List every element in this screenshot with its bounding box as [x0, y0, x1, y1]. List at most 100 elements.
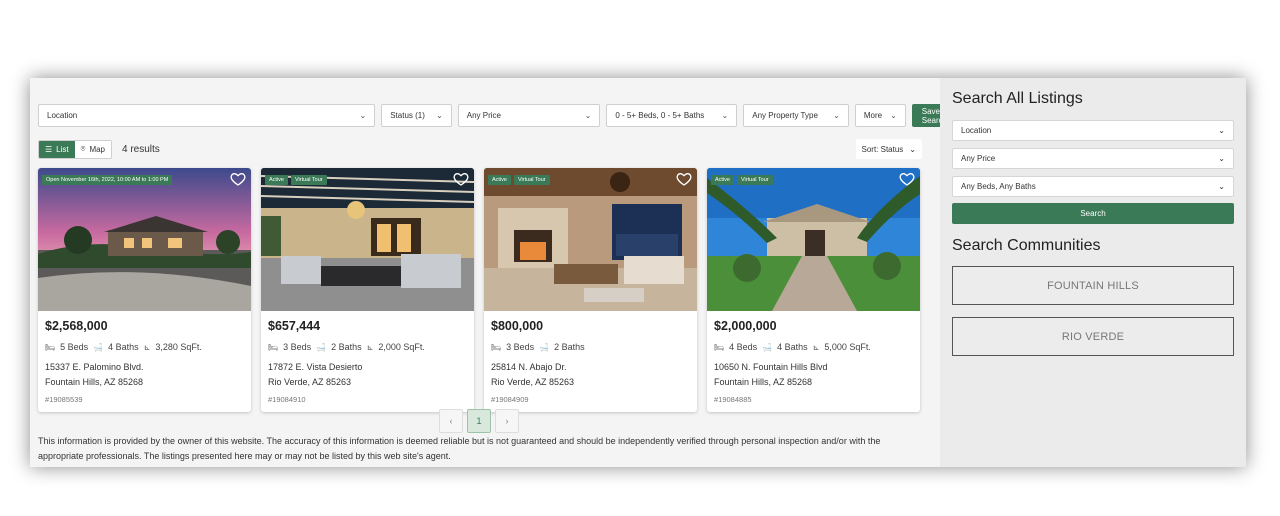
listing-photo[interactable]: Active Virtual Tour — [707, 168, 920, 311]
listing-photo-image — [707, 168, 920, 311]
listing-card[interactable]: Open November 16th, 2022, 10:00 AM to 1:… — [38, 168, 251, 412]
beds-baths-filter[interactable]: 0 - 5+ Beds, 0 - 5+ Baths ⌄ — [606, 104, 738, 127]
listing-price: $657,444 — [268, 319, 321, 333]
listing-price: $2,000,000 — [714, 319, 777, 333]
view-toggle: ☰ List ⌾ Map — [38, 139, 112, 159]
bed-icon: 🛏 — [491, 342, 502, 352]
listing-specs: 🛏 4 Beds 🛁 4 Baths ⊾ 5,000 SqFt. — [714, 342, 871, 352]
list-view-label: List — [56, 144, 69, 154]
pagination: ‹ 1 › — [439, 409, 519, 433]
status-badge: Active — [265, 175, 288, 185]
listing-beds: 5 Beds — [60, 342, 89, 352]
listing-price: $2,568,000 — [45, 319, 108, 333]
more-filter[interactable]: More ⌄ — [854, 104, 906, 127]
next-page-button[interactable]: › — [495, 409, 519, 433]
view-row: ☰ List ⌾ Map 4 results — [38, 139, 160, 159]
listing-specs: 🛏 5 Beds 🛁 4 Baths ⊾ 3,280 SqFt. — [45, 342, 202, 352]
community-fountain-hills-button[interactable]: FOUNTAIN HILLS — [952, 266, 1234, 305]
bed-icon: 🛏 — [268, 342, 279, 352]
listing-photo-image — [38, 168, 251, 311]
listing-badges: Active Virtual Tour — [265, 175, 327, 185]
prev-page-button[interactable]: ‹ — [439, 409, 463, 433]
listing-address-line2: Rio Verde, AZ 85263 — [491, 377, 575, 387]
listing-beds: 4 Beds — [729, 342, 758, 352]
listing-badges: Active Virtual Tour — [488, 175, 550, 185]
status-badge: Active — [711, 175, 734, 185]
property-type-filter[interactable]: Any Property Type ⌄ — [743, 104, 849, 127]
chevron-down-icon: ⌄ — [1218, 126, 1225, 135]
filter-bar: Location ⌄ Status (1) ⌄ Any Price ⌄ 0 - … — [38, 104, 977, 127]
price-filter-label: Any Price — [466, 111, 501, 120]
listing-beds: 3 Beds — [283, 342, 312, 352]
listing-mls-number: #19084909 — [491, 395, 529, 404]
listing-photo[interactable]: Active Virtual Tour — [484, 168, 697, 311]
favorite-heart-icon[interactable] — [453, 171, 469, 187]
listing-photo-image — [484, 168, 697, 311]
more-filter-label: More — [863, 111, 883, 120]
listing-badges: Active Virtual Tour — [711, 175, 773, 185]
sidebar-location-select[interactable]: Location ⌄ — [952, 120, 1234, 141]
listing-sqft: 5,000 SqFt. — [824, 342, 871, 352]
listing-address-line1: 25814 N. Abajo Dr. — [491, 362, 567, 372]
disclaimer-text: This information is provided by the owne… — [38, 436, 881, 461]
listing-address-line2: Fountain Hills, AZ 85268 — [714, 377, 813, 387]
listing-sqft: 2,000 SqFt. — [378, 342, 425, 352]
app-frame: Location ⌄ Status (1) ⌄ Any Price ⌄ 0 - … — [30, 78, 1246, 467]
chevron-down-icon: ⌄ — [833, 111, 840, 120]
favorite-heart-icon[interactable] — [230, 171, 246, 187]
listing-beds: 3 Beds — [506, 342, 535, 352]
listing-address-line2: Fountain Hills, AZ 85268 — [45, 377, 144, 387]
listing-address-line2: Rio Verde, AZ 85263 — [268, 377, 352, 387]
chevron-down-icon: ⌄ — [721, 111, 729, 120]
listing-card[interactable]: Active Virtual Tour $800,000 🛏 3 Beds 🛁 2 … — [484, 168, 697, 412]
favorite-heart-icon[interactable] — [676, 171, 692, 187]
sort-select[interactable]: Sort: Status ⌄ — [855, 139, 922, 159]
beds-baths-filter-label: 0 - 5+ Beds, 0 - 5+ Baths — [615, 111, 705, 120]
results-count: 4 results — [122, 143, 160, 155]
sidebar-beds-select[interactable]: Any Beds, Any Baths ⌄ — [952, 176, 1234, 197]
listing-address-line1: 15337 E. Palomino Blvd. — [45, 362, 144, 372]
page-1-button[interactable]: 1 — [467, 409, 491, 433]
sidebar-search-button[interactable]: Search — [952, 203, 1234, 224]
virtual-tour-badge[interactable]: Virtual Tour — [736, 175, 773, 185]
price-filter[interactable]: Any Price ⌄ — [457, 104, 601, 127]
sidebar-beds-label: Any Beds, Any Baths — [961, 182, 1036, 191]
chevron-down-icon: ⌄ — [909, 144, 916, 154]
chevron-down-icon: ⌄ — [1218, 182, 1225, 191]
list-icon: ☰ — [45, 144, 53, 154]
location-filter[interactable]: Location ⌄ — [38, 104, 376, 127]
listing-specs: 🛏 3 Beds 🛁 2 Baths ⊾ 2,000 SqFt. — [268, 342, 425, 352]
listing-price: $800,000 — [491, 319, 544, 333]
sqft-icon: ⊾ — [812, 342, 820, 352]
bath-icon: 🛁 — [316, 342, 327, 352]
listing-baths: 2 Baths — [554, 342, 585, 352]
virtual-tour-badge[interactable]: Virtual Tour — [290, 175, 327, 185]
list-view-button[interactable]: ☰ List — [39, 140, 75, 158]
listing-mls-number: #19084910 — [268, 395, 306, 404]
status-filter[interactable]: Status (1) ⌄ — [381, 104, 452, 127]
chevron-down-icon: ⌄ — [890, 111, 897, 120]
chevron-down-icon: ⌄ — [1218, 154, 1225, 163]
listing-photo[interactable]: Active Virtual Tour — [261, 168, 474, 311]
sidebar: Search All Listings Location ⌄ Any Price… — [940, 78, 1246, 467]
sidebar-price-label: Any Price — [961, 154, 996, 163]
listing-address-line1: 17872 E. Vista Desierto — [268, 362, 363, 372]
listing-cards: Open November 16th, 2022, 10:00 AM to 1:… — [38, 168, 920, 412]
sidebar-price-select[interactable]: Any Price ⌄ — [952, 148, 1234, 169]
location-filter-label: Location — [47, 111, 78, 120]
chevron-down-icon: ⌄ — [436, 111, 443, 120]
sidebar-location-label: Location — [961, 126, 992, 135]
virtual-tour-badge[interactable]: Virtual Tour — [513, 175, 550, 185]
listing-mls-number: #19085539 — [45, 395, 83, 404]
property-type-filter-label: Any Property Type — [752, 111, 818, 120]
map-view-button[interactable]: ⌾ Map — [74, 140, 111, 158]
chevron-down-icon: ⌄ — [584, 111, 592, 120]
map-pin-icon: ⌾ — [80, 144, 86, 153]
listing-card[interactable]: Active Virtual Tour $2,000,000 🛏 4 Beds 🛁… — [707, 168, 920, 412]
listing-baths: 4 Baths — [108, 342, 139, 352]
listing-photo[interactable]: Open November 16th, 2022, 10:00 AM to 1:… — [38, 168, 251, 311]
listing-badges: Open November 16th, 2022, 10:00 AM to 1:… — [42, 175, 173, 185]
community-rio-verde-button[interactable]: RIO VERDE — [952, 317, 1234, 356]
listing-card[interactable]: Active Virtual Tour $657,444 🛏 3 Beds 🛁 2 … — [261, 168, 474, 412]
favorite-heart-icon[interactable] — [899, 171, 915, 187]
